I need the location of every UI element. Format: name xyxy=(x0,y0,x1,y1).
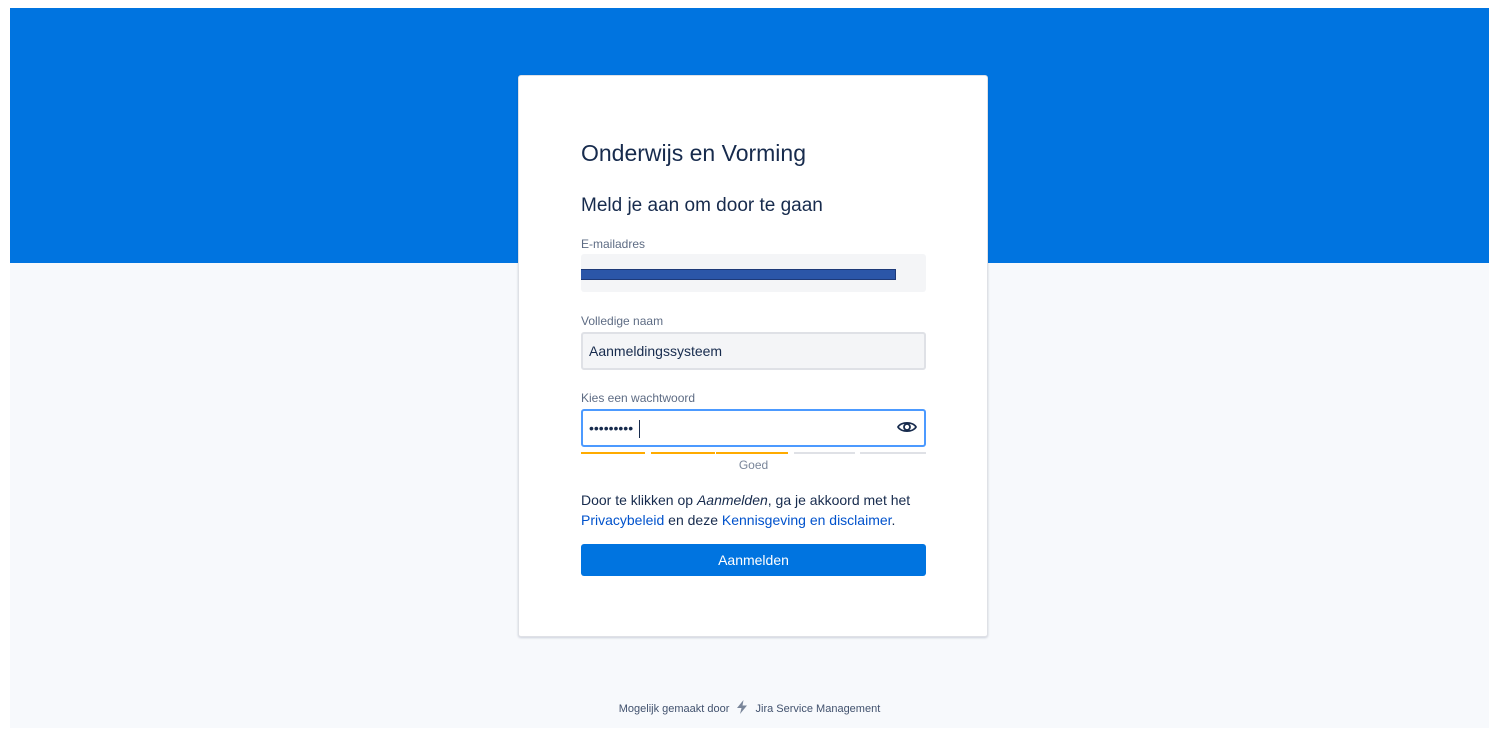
password-strength-label: Goed xyxy=(738,458,769,472)
terms-text: Door te klikken op Aanmelden, ga je akko… xyxy=(581,490,926,530)
email-field[interactable] xyxy=(581,254,926,292)
strength-segment xyxy=(716,452,788,454)
terms-suffix: . xyxy=(891,512,896,528)
redaction-bar xyxy=(581,269,896,280)
page: Onderwijs en Vorming Meld je aan om door… xyxy=(0,0,1489,730)
footer-prefix: Mogelijk gemaakt door xyxy=(618,703,730,715)
strength-segment xyxy=(581,452,645,454)
password-input[interactable] xyxy=(583,411,883,445)
terms-action-word: Aanmelden xyxy=(696,492,768,508)
password-field[interactable] xyxy=(581,409,926,447)
email-label: E-mailadres xyxy=(581,237,646,251)
strength-segment xyxy=(651,452,715,454)
page-subtitle: Meld je aan om door te gaan xyxy=(581,195,823,216)
password-strength-meter xyxy=(581,452,926,454)
strength-segment xyxy=(794,452,855,454)
terms-prefix: Door te klikken op xyxy=(581,492,697,508)
full-name-label: Volledige naam xyxy=(581,314,664,328)
lightning-bolt-icon xyxy=(737,700,748,714)
portal-background: Onderwijs en Vorming Meld je aan om door… xyxy=(10,8,1489,728)
sign-up-button[interactable]: Aanmelden xyxy=(581,544,926,576)
terms-middle: , ga je akkoord met het xyxy=(767,492,911,508)
portal-title: Onderwijs en Vorming xyxy=(581,140,806,166)
full-name-input[interactable] xyxy=(581,332,926,370)
password-label: Kies een wachtwoord xyxy=(581,391,696,405)
text-caret xyxy=(639,420,640,438)
strength-segment xyxy=(860,452,926,454)
privacy-policy-link[interactable]: Privacybeleid xyxy=(581,512,664,528)
powered-by-footer: Mogelijk gemaakt door Jira Service Manag… xyxy=(10,699,1489,715)
terms-connector: en deze xyxy=(664,512,722,528)
notice-disclaimer-link[interactable]: Kennisgeving en disclaimer xyxy=(722,512,892,528)
jira-service-management-link[interactable]: Jira Service Management xyxy=(756,703,881,715)
eye-icon[interactable] xyxy=(896,418,918,436)
login-card: Onderwijs en Vorming Meld je aan om door… xyxy=(518,75,988,637)
